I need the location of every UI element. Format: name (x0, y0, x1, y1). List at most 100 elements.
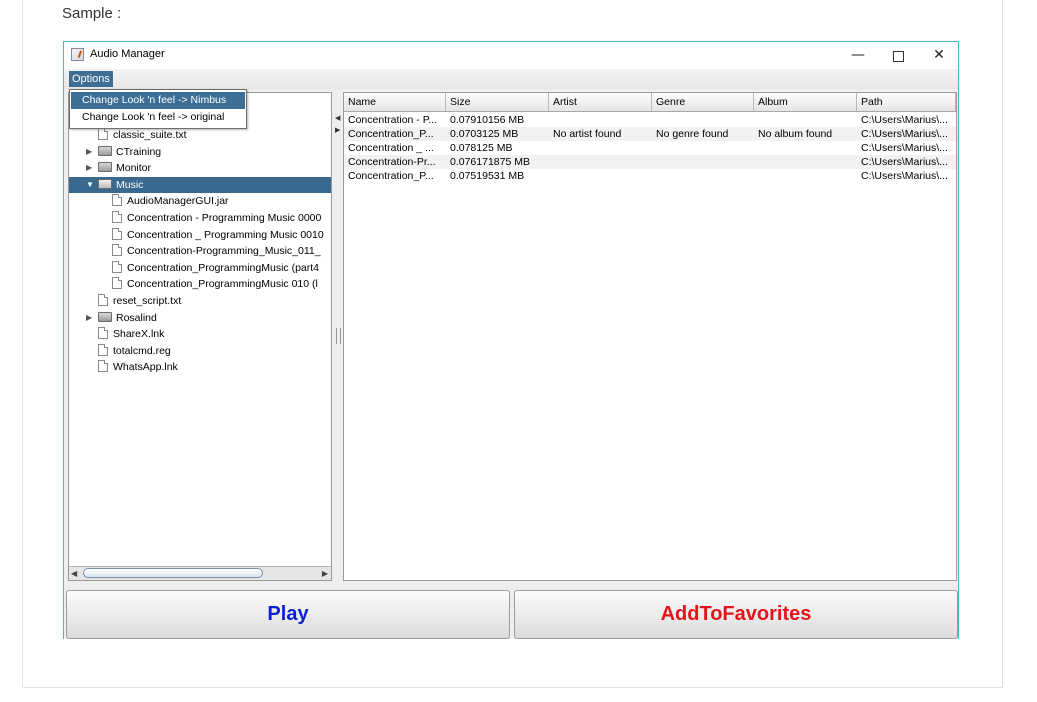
tree-item-label: Monitor (116, 162, 152, 175)
table-row[interactable]: Concentration_P... 0.0703125 MB No artist … (344, 127, 956, 141)
file-icon (98, 343, 108, 356)
sample-label: Sample : (62, 5, 122, 22)
tree-item[interactable]: classic_suite.txt (98, 127, 187, 143)
tree-item-label: Concentration - Programming Music 0000 (127, 212, 322, 224)
tree-item[interactable]: reset_script.txt (98, 293, 181, 309)
table-cell: 0.07519531 MB (450, 170, 525, 182)
options-popup-menu: Change Look 'n feel -> Nimbus Change Loo… (69, 89, 247, 129)
table-cell: 0.07910156 MB (450, 114, 525, 126)
menu-item-nimbus[interactable]: Change Look 'n feel -> Nimbus (71, 92, 245, 109)
table-row[interactable]: Concentration - P... 0.07910156 MB C:\User… (344, 113, 956, 127)
tree-item-label: Concentration-Programming_Music_011_ (127, 245, 321, 258)
tree-item-label: WhatsApp.lnk (113, 361, 178, 374)
tree-item[interactable]: ShareX.lnk (98, 326, 164, 342)
tree-item[interactable]: ▶ CTraining (86, 144, 161, 160)
table-row[interactable]: Concentration _ ... 0.078125 MB C:\Users\M… (344, 141, 956, 155)
tree-item[interactable]: Concentration _ Programming Music 0010 (112, 227, 324, 243)
table-cell (549, 169, 652, 183)
column-header[interactable]: Genre (652, 93, 754, 111)
expanded-arrow-icon[interactable]: ▼ (86, 177, 94, 193)
table-cell (754, 113, 857, 127)
table-cell: No artist found (553, 128, 622, 140)
menu-item-original[interactable]: Change Look 'n feel -> original (71, 109, 245, 126)
split-pane-divider[interactable]: ◀ ▶ (334, 92, 342, 581)
table-row[interactable]: Concentration-Pr... 0.076171875 MB C:\User… (344, 155, 956, 169)
play-button[interactable]: Play (66, 590, 510, 639)
tree-item[interactable]: ▶ Monitor (86, 160, 152, 176)
collapse-left-icon[interactable]: ◀ (335, 114, 340, 122)
column-header[interactable]: Album (754, 93, 857, 111)
tree-item-label: classic_suite.txt (113, 129, 187, 141)
tree-item[interactable]: Concentration_ProgrammingMusic 010 (l (112, 276, 318, 292)
maximize-button[interactable] (878, 42, 918, 69)
file-icon (98, 294, 108, 306)
java-app-icon (71, 48, 84, 61)
tree-item-label: Concentration_ProgrammingMusic 010 (l (127, 278, 318, 291)
table-cell (549, 113, 652, 127)
scroll-left-icon[interactable]: ◀ (71, 569, 77, 578)
file-icon (112, 277, 122, 290)
table-cell: Concentration-Pr... (348, 156, 436, 168)
table-cell (754, 141, 857, 155)
expand-arrow-icon[interactable]: ▶ (86, 310, 92, 326)
tree-item[interactable]: ▶ Rosalind (86, 310, 157, 326)
table-row[interactable]: Concentration_P... 0.07519531 MB C:\Users\… (344, 169, 956, 183)
tree-item-label: Music (116, 178, 144, 191)
table-cell: C:\Users\Marius\... (861, 156, 948, 168)
file-tree[interactable]: classic_suite.txt ▶ CTraining ▶ Monitor ▼ Musi… (68, 92, 332, 581)
file-icon (98, 327, 108, 340)
table-cell: Concentration_P... (348, 170, 434, 182)
file-icon (112, 227, 122, 240)
tree-item[interactable]: ▼ Music (69, 176, 331, 193)
column-header[interactable]: Size (446, 93, 549, 111)
tree-item-label: Rosalind (116, 311, 157, 324)
tree-item-label: Concentration_ProgrammingMusic (part4 (127, 261, 319, 274)
tree-item[interactable]: AudioManagerGUI.jar (112, 193, 229, 209)
table-cell: Concentration_P... (348, 128, 434, 140)
menu-options[interactable]: Options (69, 71, 113, 87)
tree-item-label: ShareX.lnk (113, 328, 165, 341)
tree-item[interactable]: totalcmd.reg (98, 343, 171, 359)
column-header[interactable]: Path (857, 93, 956, 111)
folder-icon (98, 145, 112, 156)
folder-icon (98, 162, 112, 173)
close-button[interactable]: ✕ (919, 42, 959, 69)
table-cell: No album found (758, 128, 833, 140)
table-header: Name Size Artist Genre Album Path (344, 93, 956, 112)
table-cell: C:\Users\Marius\... (861, 128, 948, 140)
file-icon (98, 128, 108, 140)
table-cell: C:\Users\Marius\... (861, 170, 948, 182)
table-cell (652, 155, 754, 169)
file-icon (112, 211, 122, 223)
tree-item-label: Concentration _ Programming Music 0010 (127, 228, 324, 241)
table-cell: Concentration - P... (348, 114, 438, 126)
file-icon (112, 260, 122, 273)
table-cell: 0.078125 MB (450, 142, 513, 154)
table-cell: 0.0703125 MB (450, 128, 519, 140)
file-icon (112, 194, 122, 207)
main-panel: classic_suite.txt ▶ CTraining ▶ Monitor ▼ Musi… (64, 89, 958, 589)
expand-arrow-icon[interactable]: ▶ (86, 160, 92, 176)
expand-arrow-icon[interactable]: ▶ (86, 144, 92, 160)
tree-item[interactable]: Concentration-Programming_Music_011_ (112, 243, 321, 259)
songs-table[interactable]: Name Size Artist Genre Album Path Concentrati… (343, 92, 957, 581)
tree-horizontal-scrollbar[interactable]: ◀ ▶ (69, 566, 331, 580)
scroll-right-icon[interactable]: ▶ (322, 569, 328, 578)
add-to-favorites-button[interactable]: AddToFavorites (514, 590, 958, 639)
title-bar[interactable]: Audio Manager — ✕ (64, 42, 958, 69)
tree-item[interactable]: Concentration - Programming Music 0000 (112, 210, 321, 226)
divider-grip[interactable] (336, 328, 341, 344)
tree-item[interactable]: WhatsApp.lnk (98, 359, 178, 375)
table-cell (652, 169, 754, 183)
collapse-right-icon[interactable]: ▶ (335, 126, 340, 134)
column-header[interactable]: Artist (549, 93, 652, 111)
file-icon (98, 360, 108, 373)
scrollbar-thumb[interactable] (83, 568, 263, 578)
column-header[interactable]: Name (344, 93, 446, 111)
tree-item-label: totalcmd.reg (113, 344, 171, 357)
tree-item-label: reset_script.txt (113, 295, 182, 307)
table-cell (754, 169, 857, 183)
minimize-button[interactable]: — (838, 42, 878, 69)
table-cell (549, 141, 652, 155)
tree-item[interactable]: Concentration_ProgrammingMusic (part4 (112, 260, 319, 276)
